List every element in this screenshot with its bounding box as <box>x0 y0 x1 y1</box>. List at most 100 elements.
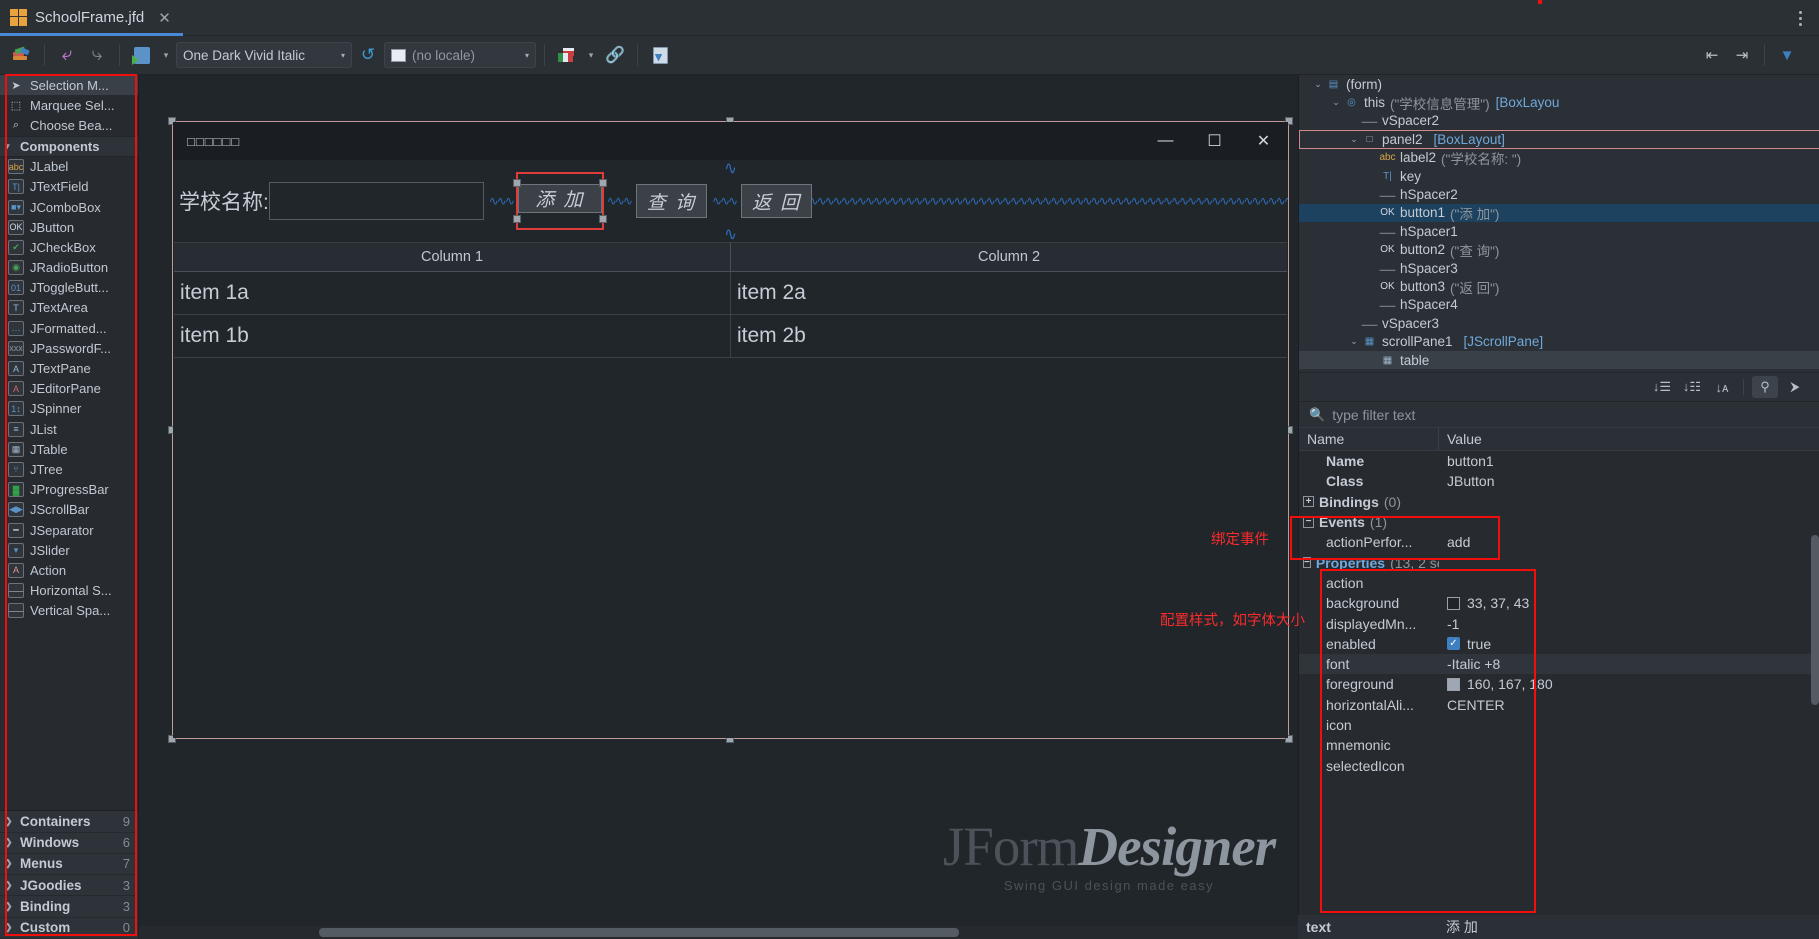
palette-component-action[interactable]: AAction <box>0 560 138 580</box>
palette-tool-0[interactable]: ➤Selection M... <box>0 75 138 95</box>
column-header-name[interactable]: Name <box>1299 428 1439 450</box>
palette-component-jseparator[interactable]: ━JSeparator <box>0 520 138 540</box>
chevron-down-icon[interactable]: ⌄ <box>1311 79 1325 90</box>
palette-category-containers[interactable]: ❯Containers9 <box>0 811 138 832</box>
table-column-header[interactable]: Column 2 <box>730 243 1287 271</box>
chevron-down-icon[interactable]: ⌄ <box>1329 97 1343 108</box>
property-row-properties[interactable]: −Properties(13, 2 set) <box>1299 552 1819 572</box>
palette-component-jtogglebutt[interactable]: 01JToggleButt... <box>0 278 138 298</box>
close-icon[interactable]: ✕ <box>1239 122 1288 160</box>
tree-node-button1[interactable]: OKbutton1("添 加") <box>1299 204 1819 222</box>
table-cell[interactable]: item 2a <box>730 272 1287 314</box>
properties-vscrollbar[interactable] <box>1811 451 1819 914</box>
palette-component-jlabel[interactable]: abcJLabel <box>0 157 138 177</box>
table-cell[interactable]: item 1a <box>174 272 730 314</box>
laf-combobox[interactable]: One Dark Vivid Italic ▾ <box>176 42 352 68</box>
sort-alphabetically-button[interactable]: ↓ᴀ <box>1709 376 1735 398</box>
property-row-bindings[interactable]: +Bindings(0) <box>1299 492 1819 512</box>
tree-node-panel2[interactable]: ⌄□panel2[BoxLayout] <box>1299 130 1819 148</box>
redo-icon[interactable]: ⤷ <box>83 41 111 69</box>
btn-handle-se[interactable] <box>599 215 607 223</box>
tree-node-hspacer3[interactable]: ⸺hSpacer3 <box>1299 259 1819 277</box>
property-row-mnemonic[interactable]: mnemonic <box>1299 735 1819 755</box>
palette-component-jpasswordf[interactable]: xxxJPasswordF... <box>0 338 138 358</box>
property-row-class[interactable]: ClassJButton <box>1299 471 1819 491</box>
property-value-cell[interactable]: add <box>1439 534 1819 550</box>
tree-node-label2[interactable]: abclabel2("学校名称: ") <box>1299 149 1819 167</box>
show-filter-button[interactable]: ⚲ <box>1752 376 1778 398</box>
undo-icon[interactable]: ⤶ <box>53 41 81 69</box>
restore-default-button[interactable]: ⮞ <box>1782 376 1808 398</box>
tab-schoolframe[interactable]: SchoolFrame.jfd ✕ <box>0 0 183 36</box>
property-value-cell[interactable]: button1 <box>1439 453 1819 469</box>
palette-component-jscrollbar[interactable]: ◀▶JScrollBar <box>0 500 138 520</box>
properties-table-body[interactable]: Namebutton1ClassJButton+Bindings(0)−Even… <box>1299 451 1819 914</box>
panel2-row[interactable]: 学校名称: ∿∿∿ 添 加 ∿∿∿ 查 询 ∿∿ <box>173 176 1288 226</box>
palette-component-jtree[interactable]: ⑂JTree <box>0 459 138 479</box>
checkbox-icon[interactable]: ✓ <box>1447 637 1460 650</box>
property-value-cell[interactable]: -Italic +8 <box>1439 656 1819 672</box>
table-cell[interactable]: item 2b <box>730 315 1287 357</box>
tree-node-vspacer3[interactable]: ⸺vSpacer3 <box>1299 314 1819 332</box>
property-row-actionperfor[interactable]: actionPerfor...add <box>1299 532 1819 552</box>
property-value-cell[interactable]: JButton <box>1439 473 1819 489</box>
property-value-cell[interactable]: CENTER <box>1439 697 1819 713</box>
palette-component-jtextfield[interactable]: T|JTextField <box>0 177 138 197</box>
tree-node-button2[interactable]: OKbutton2("查 询") <box>1299 241 1819 259</box>
link-icon[interactable]: 🔗 <box>601 41 629 69</box>
palette-component-jslider[interactable]: ▾JSlider <box>0 540 138 560</box>
palette-component-jtable[interactable]: ▦JTable <box>0 439 138 459</box>
preview-dropdown-icon[interactable]: ▾ <box>158 42 174 68</box>
property-row-font[interactable]: font-Italic +8 <box>1299 654 1819 674</box>
tree-node-hspacer2[interactable]: ⸺hSpacer2 <box>1299 185 1819 203</box>
key-textfield[interactable] <box>269 182 484 220</box>
source-view-icon[interactable] <box>646 41 674 69</box>
palette-component-jeditorpane[interactable]: AJEditorPane <box>0 379 138 399</box>
tree-node-table[interactable]: ▦table <box>1299 351 1819 369</box>
palette-component-jtextarea[interactable]: TJTextArea <box>0 298 138 318</box>
button3[interactable]: 返 回 <box>741 184 812 218</box>
palette-section-components[interactable]: ▾ Components <box>0 136 138 157</box>
btn-handle-sw[interactable] <box>513 215 521 223</box>
palette-component-jformatted[interactable]: …JFormatted... <box>0 318 138 338</box>
scrollpane1[interactable]: Column 1 Column 2 item 1a item 2a item 1… <box>174 242 1287 737</box>
property-value-cell[interactable]: 33, 37, 43 <box>1439 595 1819 611</box>
palette-component-jprogressbar[interactable]: ▓JProgressBar <box>0 480 138 500</box>
table-cell[interactable]: item 1b <box>174 315 730 357</box>
button2[interactable]: 查 询 <box>636 184 707 218</box>
canvas-hscrollbar-track[interactable] <box>139 926 1298 939</box>
property-row-name[interactable]: Namebutton1 <box>1299 451 1819 471</box>
expander-icon[interactable]: − <box>1303 557 1311 568</box>
property-row-selectedicon[interactable]: selectedIcon <box>1299 755 1819 775</box>
refresh-icon[interactable]: ↺ <box>354 41 382 69</box>
table-column-header[interactable]: Column 1 <box>174 243 730 271</box>
palette-tool-1[interactable]: ⬚Marquee Sel... <box>0 95 138 115</box>
minimize-icon[interactable]: — <box>1141 122 1190 160</box>
palette-component-jtextpane[interactable]: AJTextPane <box>0 358 138 378</box>
property-row-displayedmn[interactable]: displayedMn...-1 <box>1299 613 1819 633</box>
palette-component-jspinner[interactable]: 1↕JSpinner <box>0 399 138 419</box>
maximize-icon[interactable]: ☐ <box>1190 122 1239 160</box>
tree-node-key[interactable]: T|key <box>1299 167 1819 185</box>
palette-icon[interactable] <box>8 41 36 69</box>
property-row-text[interactable]: text 添 加 <box>1298 915 1819 939</box>
property-filter[interactable]: 🔍 type filter text <box>1299 401 1819 427</box>
palette-component-jcheckbox[interactable]: ✔JCheckBox <box>0 237 138 257</box>
table-row[interactable]: item 1b item 2b <box>174 315 1287 358</box>
locale-combobox[interactable]: (no locale) ▾ <box>384 42 536 68</box>
structure-tree[interactable]: ⌄▤(form)⌄◎this("学校信息管理")[BoxLayou⸺vSpace… <box>1299 75 1819 372</box>
palette-category-windows[interactable]: ❯Windows6 <box>0 833 138 854</box>
tree-node-hspacer4[interactable]: ⸺hSpacer4 <box>1299 296 1819 314</box>
hspacer4[interactable]: ∿∿∿∿∿∿∿∿∿∿∿∿∿∿∿∿∿∿∿∿∿∿∿∿∿∿∿∿∿∿∿∿∿∿∿∿∿∿∿∿… <box>812 176 1288 226</box>
property-value-cell[interactable]: -1 <box>1439 616 1819 632</box>
property-row-background[interactable]: background33, 37, 43 <box>1299 593 1819 613</box>
more-options-icon[interactable] <box>1791 8 1809 28</box>
palette-category-menus[interactable]: ❯Menus7 <box>0 854 138 875</box>
column-header-value[interactable]: Value <box>1439 428 1482 450</box>
tree-node-vspacer2[interactable]: ⸺vSpacer2 <box>1299 112 1819 130</box>
tree-node-button3[interactable]: OKbutton3("返 回") <box>1299 277 1819 295</box>
tree-node-form[interactable]: ⌄▤(form) <box>1299 75 1819 93</box>
palette-component-jbutton[interactable]: OKJButton <box>0 217 138 237</box>
vspacer3[interactable]: ∿ <box>173 226 1288 242</box>
design-canvas[interactable]: □□□□□□ — ☐ ✕ ∿ 学校名称: ∿∿∿ <box>139 75 1298 939</box>
